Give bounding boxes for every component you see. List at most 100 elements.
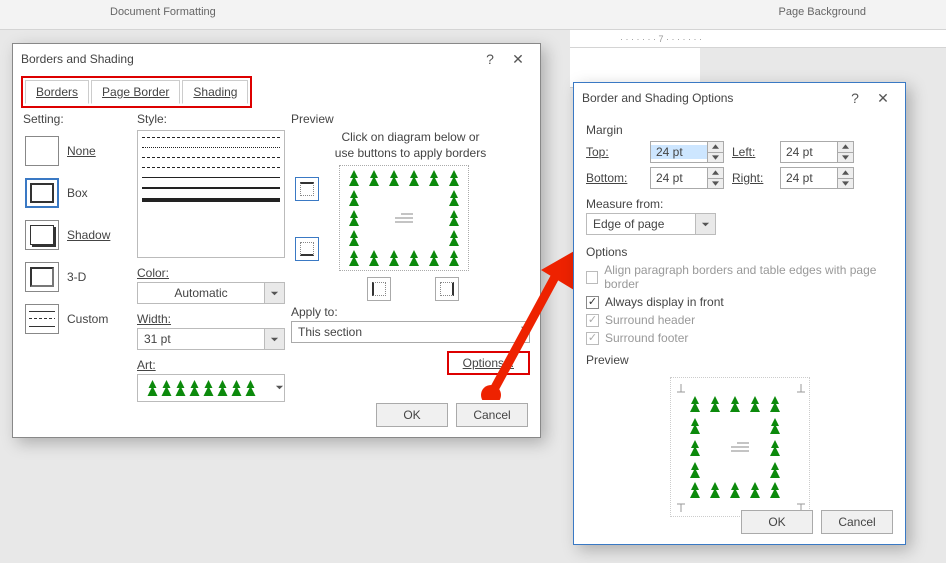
preview2-label: Preview xyxy=(586,353,893,367)
style-option[interactable] xyxy=(142,157,280,158)
dialog1-titlebar: Borders and Shading ? ✕ xyxy=(13,44,540,74)
cancel-button[interactable]: Cancel xyxy=(821,510,893,534)
margin-right-spinner[interactable]: 24 pt xyxy=(780,167,854,189)
help-button[interactable]: ? xyxy=(841,90,869,106)
ribbon-group-pagebg: Page Background xyxy=(779,6,866,18)
spin-up-icon[interactable] xyxy=(838,142,853,153)
style-option[interactable] xyxy=(142,147,280,148)
ribbon-group-docfmt: Document Formatting xyxy=(110,6,216,18)
spin-down-icon[interactable] xyxy=(838,179,853,189)
art-trees-preview xyxy=(138,378,275,398)
setting-box-icon xyxy=(25,178,59,208)
margin-bottom-label: Bottom: xyxy=(586,171,642,185)
border-bottom-button[interactable] xyxy=(295,237,319,261)
margin-left-value: 24 pt xyxy=(781,145,837,159)
color-dropdown[interactable]: Automatic xyxy=(137,282,285,304)
color-label: Color: xyxy=(137,266,169,280)
option-surround-header: Surround header xyxy=(586,313,893,327)
setting-shadow[interactable]: Shadow xyxy=(23,214,131,256)
checkbox-icon xyxy=(586,332,599,345)
cancel-button[interactable]: Cancel xyxy=(456,403,528,427)
setting-box[interactable]: Box xyxy=(23,172,131,214)
style-option[interactable] xyxy=(142,167,280,168)
margin-left-spinner[interactable]: 24 pt xyxy=(780,141,854,163)
spin-down-icon[interactable] xyxy=(708,179,723,189)
border-top-button[interactable] xyxy=(295,177,319,201)
art-dropdown-button[interactable] xyxy=(275,381,284,395)
apply-to-dropdown-button[interactable] xyxy=(520,322,529,342)
style-option[interactable] xyxy=(142,198,280,202)
ok-button[interactable]: OK xyxy=(741,510,813,534)
preview-page[interactable] xyxy=(339,165,469,271)
tab-shading[interactable]: Shading xyxy=(182,80,248,104)
margin-top-value: 24 pt xyxy=(651,145,707,159)
spin-up-icon[interactable] xyxy=(838,168,853,179)
borders-shading-dialog: Borders and Shading ? ✕ Borders Page Bor… xyxy=(12,43,541,438)
ruler: · · · · · · · 7 · · · · · · · xyxy=(570,30,946,48)
apply-to-value: This section xyxy=(292,322,520,342)
art-dropdown[interactable] xyxy=(137,374,285,402)
preview-instruction: Click on diagram below oruse buttons to … xyxy=(291,130,530,161)
checkbox-icon xyxy=(586,314,599,327)
dialog2-title: Border and Shading Options xyxy=(582,91,841,105)
apply-to-label: Apply to: xyxy=(291,305,530,319)
measure-from-dropdown[interactable]: Edge of page xyxy=(586,213,716,235)
width-dropdown[interactable]: 31 pt xyxy=(137,328,285,350)
spin-up-icon[interactable] xyxy=(708,142,723,153)
options-group-label: Options xyxy=(586,245,893,259)
art-label: Art: xyxy=(137,358,156,372)
measure-from-label: Measure from: xyxy=(586,197,893,211)
preview-text-lines-icon xyxy=(395,214,413,223)
checkbox-icon[interactable] xyxy=(586,296,599,309)
style-option[interactable] xyxy=(142,177,280,178)
setting-label: Setting: xyxy=(23,112,131,126)
ok-button[interactable]: OK xyxy=(376,403,448,427)
setting-shadow-icon xyxy=(25,220,59,250)
border-right-button[interactable] xyxy=(435,277,459,301)
preview-label: Preview xyxy=(291,112,530,126)
option-surround-footer: Surround footer xyxy=(586,331,893,345)
tabs-highlight-box: Borders Page Border Shading xyxy=(21,76,252,108)
apply-to-dropdown[interactable]: This section xyxy=(291,321,530,343)
spin-down-icon[interactable] xyxy=(708,153,723,163)
preview-diagram xyxy=(291,169,530,297)
measure-from-value: Edge of page xyxy=(587,217,695,231)
setting-3d-icon xyxy=(25,262,59,292)
help-button[interactable]: ? xyxy=(476,51,504,67)
border-left-button[interactable] xyxy=(367,277,391,301)
margin-top-label: Top: xyxy=(586,145,642,159)
setting-3d[interactable]: 3-D xyxy=(23,256,131,298)
color-value: Automatic xyxy=(138,286,264,300)
dialog2-titlebar: Border and Shading Options ? ✕ xyxy=(574,83,905,113)
width-label: Width: xyxy=(137,312,171,326)
width-value: 31 pt xyxy=(138,332,264,346)
margin-top-spinner[interactable]: 24 pt xyxy=(650,141,724,163)
tab-page-border[interactable]: Page Border xyxy=(91,80,180,104)
setting-none[interactable]: None xyxy=(23,130,131,172)
margin-bottom-value: 24 pt xyxy=(651,171,707,185)
style-option[interactable] xyxy=(142,187,280,189)
setting-custom-icon xyxy=(25,304,59,334)
close-button[interactable]: ✕ xyxy=(504,51,532,68)
close-button[interactable]: ✕ xyxy=(869,90,897,107)
preview2-box xyxy=(670,377,810,517)
style-listbox[interactable] xyxy=(137,130,285,258)
options-button[interactable]: Options... xyxy=(447,351,530,375)
checkbox-icon xyxy=(586,271,598,284)
tab-borders[interactable]: Borders xyxy=(25,80,89,104)
style-option[interactable] xyxy=(142,137,280,138)
dialog1-title: Borders and Shading xyxy=(21,52,476,66)
setting-custom[interactable]: Custom xyxy=(23,298,131,340)
margin-group-label: Margin xyxy=(586,123,893,137)
option-align-borders: Align paragraph borders and table edges … xyxy=(586,263,893,291)
color-dropdown-button[interactable] xyxy=(264,283,284,303)
margin-right-value: 24 pt xyxy=(781,171,837,185)
spin-down-icon[interactable] xyxy=(838,153,853,163)
spin-up-icon[interactable] xyxy=(708,168,723,179)
margin-bottom-spinner[interactable]: 24 pt xyxy=(650,167,724,189)
style-label: Style: xyxy=(137,112,167,126)
option-always-front[interactable]: Always display in front xyxy=(586,295,893,309)
margin-left-label: Left: xyxy=(732,145,772,159)
width-dropdown-button[interactable] xyxy=(264,329,284,349)
measure-from-dropdown-button[interactable] xyxy=(695,214,715,234)
